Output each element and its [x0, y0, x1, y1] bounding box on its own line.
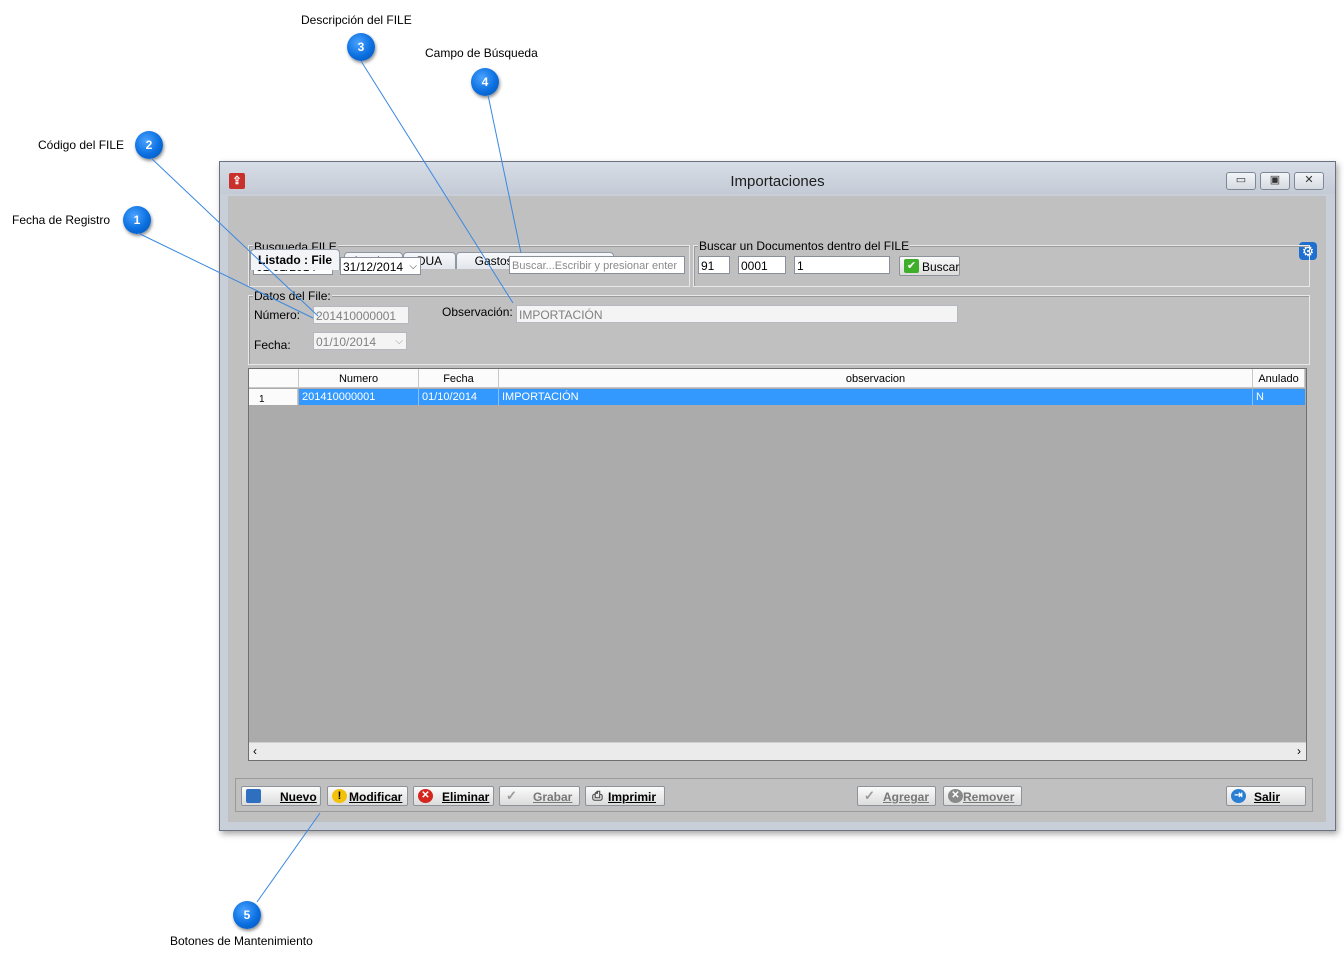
- callout-bubble-4: 4: [471, 68, 499, 96]
- buscar-documento-legend: Buscar un Documentos dentro del FILE: [698, 239, 911, 253]
- buscar-button[interactable]: ✔ Buscar: [899, 256, 960, 276]
- close-button[interactable]: ✕: [1294, 172, 1324, 190]
- nuevo-button[interactable]: Nuevo: [241, 786, 321, 806]
- callout-label-codigo: Código del FILE: [38, 138, 125, 152]
- buscar-button-label: Buscar: [922, 260, 960, 274]
- column-header-fecha[interactable]: Fecha: [419, 369, 499, 388]
- printer-icon: ⎙: [592, 788, 603, 803]
- modificar-button[interactable]: ! Modificar: [327, 786, 408, 806]
- fecha-value: 01/10/2014: [316, 335, 377, 349]
- imprimir-button[interactable]: ⎙ Imprimir: [585, 786, 665, 806]
- minimize-button[interactable]: ▭: [1226, 172, 1256, 190]
- observacion-field[interactable]: IMPORTACIÓN: [516, 305, 958, 323]
- grid-corner-header: [249, 369, 299, 388]
- scroll-right-icon[interactable]: ›: [1297, 744, 1301, 758]
- callout-label-botones: Botones de Mantenimiento: [170, 934, 313, 948]
- datos-file-legend: Datos del File:: [253, 289, 332, 303]
- scroll-left-icon[interactable]: ‹: [253, 744, 257, 758]
- callout-label-fecha-registro: Fecha de Registro: [12, 213, 111, 227]
- search-input[interactable]: Buscar...Escribir y presionar enter: [509, 256, 685, 274]
- cell-observacion[interactable]: IMPORTACIÓN: [499, 389, 1253, 405]
- callout-label-campo-busqueda: Campo de Búsqueda: [425, 46, 538, 60]
- delete-icon: ✕: [418, 789, 433, 803]
- date-to-select[interactable]: 31/12/2014 ⌵: [340, 257, 421, 275]
- save-check-icon: ✓: [506, 788, 517, 803]
- exit-icon: ⇥: [1231, 789, 1246, 803]
- callout-bubble-5: 5: [233, 901, 261, 929]
- remover-label: Remover: [963, 790, 1015, 804]
- nuevo-label: Nuevo: [280, 790, 317, 804]
- date-to-value: 31/12/2014: [343, 260, 404, 274]
- doc-field-3[interactable]: 1: [794, 256, 890, 274]
- salir-label: Salir: [1254, 790, 1281, 804]
- agregar-button[interactable]: ✓ Agregar: [857, 786, 936, 806]
- numero-field[interactable]: 201410000001: [313, 306, 409, 324]
- new-document-icon: [246, 789, 261, 803]
- observacion-label: Observación:: [442, 305, 513, 319]
- fecha-label: Fecha:: [254, 338, 291, 352]
- eliminar-button[interactable]: ✕ Eliminar: [413, 786, 494, 806]
- salir-button[interactable]: ⇥ Salir: [1226, 786, 1306, 806]
- fecha-field[interactable]: 01/10/2014 ⌵: [313, 332, 407, 350]
- grabar-button[interactable]: ✓ Grabar: [499, 786, 580, 806]
- remove-icon: ✕: [948, 789, 963, 803]
- remover-button[interactable]: ✕ Remover: [943, 786, 1022, 806]
- agregar-label: Agregar: [883, 790, 930, 804]
- table-row[interactable]: 201410000001 01/10/2014 IMPORTACIÓN N: [299, 389, 1305, 405]
- window-title: Importaciones: [730, 173, 825, 190]
- doc-field-2[interactable]: 0001: [738, 256, 786, 274]
- callout-label-descripcion: Descripción del FILE: [301, 13, 412, 27]
- check-icon: ✔: [904, 259, 919, 273]
- row-header[interactable]: 1: [249, 389, 298, 405]
- tab-listado-file[interactable]: Listado : File: [250, 249, 340, 270]
- modificar-label: Modificar: [349, 790, 403, 804]
- callout-bubble-1: 1: [123, 206, 151, 234]
- doc-field-1[interactable]: 91: [698, 256, 730, 274]
- cell-anulado[interactable]: N: [1253, 389, 1305, 405]
- cell-numero[interactable]: 201410000001: [299, 389, 419, 405]
- grabar-label: Grabar: [533, 790, 573, 804]
- add-check-icon: ✓: [864, 788, 875, 803]
- cell-fecha[interactable]: 01/10/2014: [419, 389, 499, 405]
- imprimir-label: Imprimir: [608, 790, 657, 804]
- files-grid[interactable]: Numero Fecha observacion Anulado 1 20141…: [248, 368, 1307, 761]
- column-header-anulado[interactable]: Anulado: [1253, 369, 1305, 388]
- title-bar[interactable]: ⇪ Importaciones ▭ ▣ ✕: [220, 162, 1335, 194]
- chevron-down-icon: ⌵: [395, 336, 403, 347]
- warning-icon: !: [332, 789, 347, 803]
- numero-label: Número:: [254, 308, 301, 322]
- callout-bubble-2: 2: [135, 131, 163, 159]
- horizontal-scrollbar[interactable]: ‹ ›: [249, 742, 1306, 760]
- callout-bubble-3: 3: [347, 33, 375, 61]
- eliminar-label: Eliminar: [442, 790, 490, 804]
- column-header-observacion[interactable]: observacion: [499, 369, 1253, 388]
- maximize-button[interactable]: ▣: [1260, 172, 1290, 190]
- chevron-down-icon: ⌵: [409, 261, 417, 272]
- column-header-numero[interactable]: Numero: [299, 369, 419, 388]
